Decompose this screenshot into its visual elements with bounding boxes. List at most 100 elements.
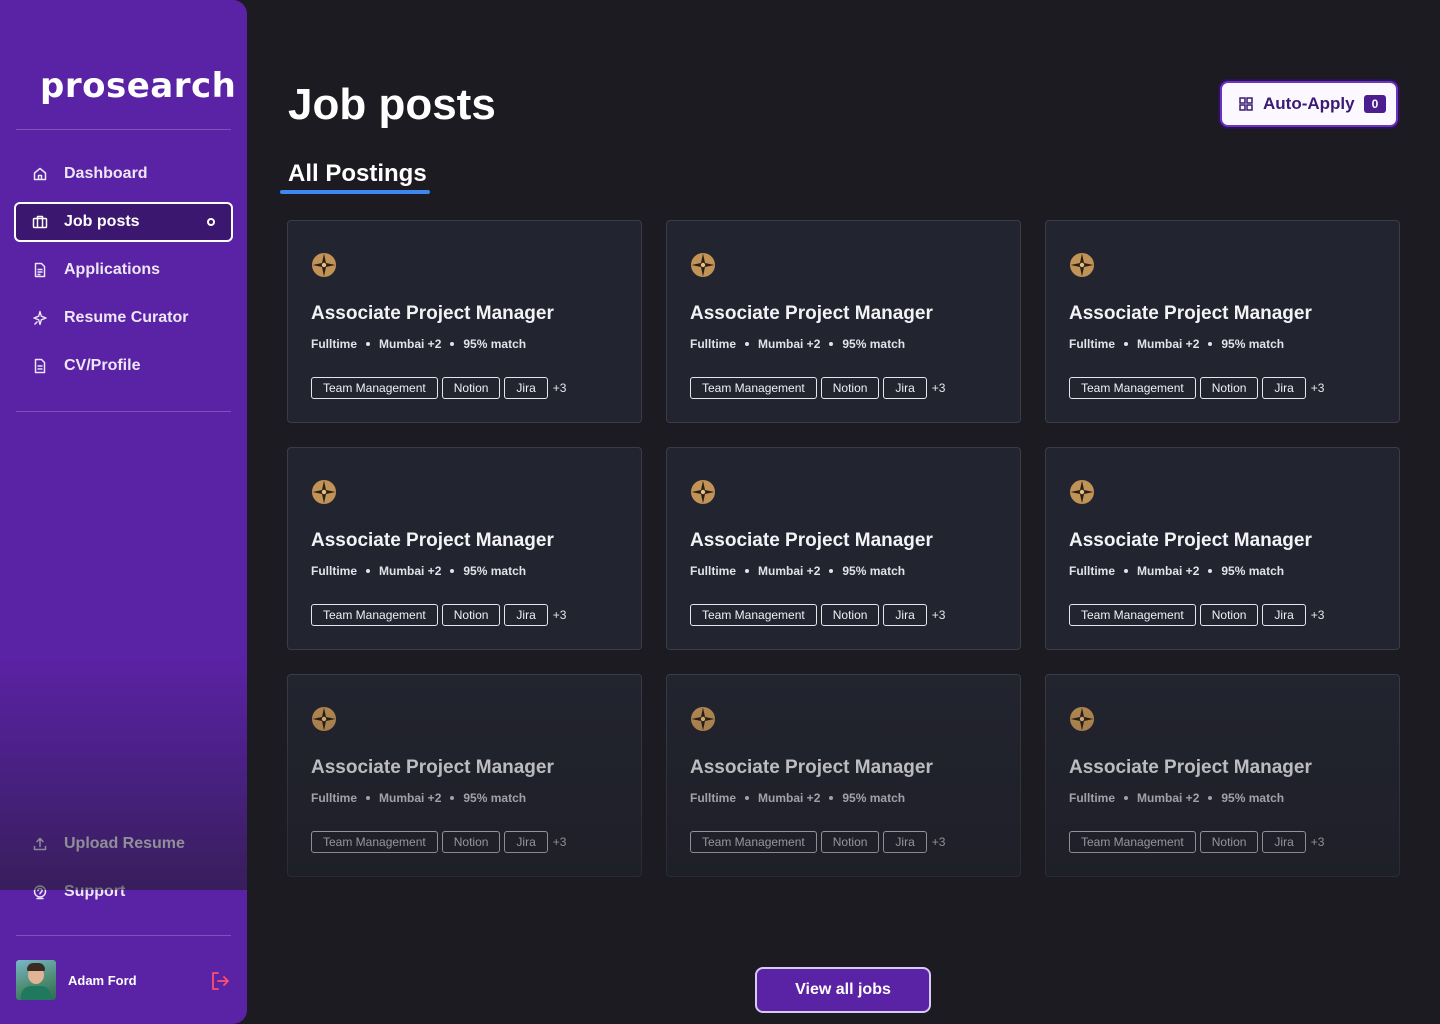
- skill-tag: Team Management: [690, 604, 817, 626]
- job-meta: Fulltime Mumbai +2 95% match: [311, 564, 526, 578]
- skill-tag: Notion: [1199, 831, 1259, 853]
- more-tags-count[interactable]: +3: [932, 381, 946, 395]
- logout-icon[interactable]: [209, 970, 231, 992]
- job-match: 95% match: [842, 337, 906, 351]
- job-location: Mumbai +2: [1137, 791, 1200, 805]
- job-title: Associate Project Manager: [311, 530, 554, 551]
- more-tags-count[interactable]: +3: [1311, 381, 1325, 395]
- skill-tags: Team Management Notion Jira +3: [1069, 604, 1324, 626]
- skill-tag: Notion: [1199, 377, 1259, 399]
- job-card[interactable]: Associate Project Manager Fulltime Mumbai …: [287, 674, 642, 877]
- job-card[interactable]: Associate Project Manager Fulltime Mumbai …: [666, 674, 1021, 877]
- sidebar-item-label: Resume Curator: [64, 309, 189, 326]
- skill-tags: Team Management Notion Jira +3: [1069, 377, 1324, 399]
- skill-tag: Notion: [1199, 604, 1259, 626]
- skill-tag: Notion: [820, 604, 880, 626]
- skill-tags: Team Management Notion Jira +3: [311, 604, 566, 626]
- home-icon: [32, 166, 48, 182]
- sidebar-item-support[interactable]: Support: [14, 872, 233, 912]
- separator-dot-icon: [366, 569, 371, 573]
- job-grid: Associate Project Manager Fulltime Mumbai …: [287, 220, 1400, 878]
- skill-tag: Jira: [883, 831, 927, 853]
- skill-tag: Jira: [1262, 831, 1306, 853]
- separator-dot-icon: [829, 796, 834, 800]
- job-card[interactable]: Associate Project Manager Fulltime Mumbai …: [666, 220, 1021, 423]
- skill-tag: Jira: [504, 377, 548, 399]
- tab-all-postings[interactable]: All Postings: [288, 160, 427, 188]
- sidebar-item-resume-curator[interactable]: Resume Curator: [14, 298, 233, 338]
- job-match: 95% match: [842, 791, 906, 805]
- job-title: Associate Project Manager: [311, 303, 554, 324]
- app-logo[interactable]: prosearch: [40, 66, 236, 106]
- skill-tag: Team Management: [311, 831, 438, 853]
- job-card[interactable]: Associate Project Manager Fulltime Mumbai …: [287, 220, 642, 423]
- sidebar-item-dashboard[interactable]: Dashboard: [14, 154, 233, 194]
- job-location: Mumbai +2: [379, 564, 442, 578]
- page-title: Job posts: [288, 80, 496, 129]
- sidebar-item-job-posts[interactable]: Job posts: [14, 202, 233, 242]
- tab-active-underline: [280, 190, 430, 194]
- separator-dot-icon: [1208, 342, 1213, 346]
- support-icon: [32, 884, 48, 900]
- job-meta: Fulltime Mumbai +2 95% match: [1069, 337, 1284, 351]
- more-tags-count[interactable]: +3: [553, 608, 567, 622]
- job-meta: Fulltime Mumbai +2 95% match: [311, 791, 526, 805]
- skill-tag: Jira: [1262, 604, 1306, 626]
- skill-tag: Team Management: [690, 377, 817, 399]
- job-match: 95% match: [1221, 564, 1285, 578]
- sidebar-item-label: CV/Profile: [64, 357, 141, 374]
- more-tags-count[interactable]: +3: [1311, 835, 1325, 849]
- skill-tags: Team Management Notion Jira +3: [1069, 831, 1324, 853]
- job-meta: Fulltime Mumbai +2 95% match: [690, 564, 905, 578]
- job-meta: Fulltime Mumbai +2 95% match: [1069, 791, 1284, 805]
- company-logo-icon: [690, 252, 716, 278]
- more-tags-count[interactable]: +3: [553, 381, 567, 395]
- job-match: 95% match: [463, 337, 527, 351]
- job-card[interactable]: Associate Project Manager Fulltime Mumbai …: [1045, 674, 1400, 877]
- job-card[interactable]: Associate Project Manager Fulltime Mumbai …: [1045, 220, 1400, 423]
- more-tags-count[interactable]: +3: [932, 608, 946, 622]
- job-type: Fulltime: [1069, 337, 1116, 351]
- user-name: Adam Ford: [68, 972, 137, 988]
- sidebar-item-upload-resume[interactable]: Upload Resume: [14, 824, 233, 864]
- skill-tag: Jira: [504, 831, 548, 853]
- company-logo-icon: [690, 479, 716, 505]
- job-location: Mumbai +2: [1137, 337, 1200, 351]
- more-tags-count[interactable]: +3: [553, 835, 567, 849]
- more-tags-count[interactable]: +3: [1311, 608, 1325, 622]
- skill-tag: Jira: [1262, 377, 1306, 399]
- job-card[interactable]: Associate Project Manager Fulltime Mumbai …: [666, 447, 1021, 650]
- job-location: Mumbai +2: [379, 337, 442, 351]
- sidebar-item-applications[interactable]: Applications: [14, 250, 233, 290]
- more-tags-count[interactable]: +3: [932, 835, 946, 849]
- separator-dot-icon: [1208, 569, 1213, 573]
- skill-tags: Team Management Notion Jira +3: [690, 604, 945, 626]
- view-all-jobs-button[interactable]: View all jobs: [755, 967, 931, 1013]
- auto-apply-count-badge: 0: [1363, 95, 1387, 113]
- separator-dot-icon: [745, 569, 750, 573]
- grid-icon: [1238, 96, 1254, 112]
- avatar[interactable]: [16, 960, 56, 1000]
- job-type: Fulltime: [311, 337, 358, 351]
- job-location: Mumbai +2: [758, 337, 821, 351]
- separator-dot-icon: [366, 796, 371, 800]
- job-meta: Fulltime Mumbai +2 95% match: [690, 337, 905, 351]
- skill-tag: Team Management: [1069, 831, 1196, 853]
- job-type: Fulltime: [690, 337, 737, 351]
- sidebar-item-label: Support: [64, 883, 126, 900]
- job-type: Fulltime: [690, 564, 737, 578]
- job-card[interactable]: Associate Project Manager Fulltime Mumbai …: [1045, 447, 1400, 650]
- job-card[interactable]: Associate Project Manager Fulltime Mumbai …: [287, 447, 642, 650]
- job-meta: Fulltime Mumbai +2 95% match: [311, 337, 526, 351]
- auto-apply-button[interactable]: Auto-Apply 0: [1220, 81, 1398, 127]
- sidebar-item-cv-profile[interactable]: CV/Profile: [14, 346, 233, 386]
- auto-apply-label: Auto-Apply: [1263, 94, 1355, 113]
- sparkle-icon: [32, 310, 48, 326]
- skill-tag: Team Management: [1069, 604, 1196, 626]
- separator-dot-icon: [1124, 569, 1129, 573]
- company-logo-icon: [1069, 479, 1095, 505]
- company-logo-icon: [311, 479, 337, 505]
- job-match: 95% match: [463, 564, 527, 578]
- briefcase-icon: [32, 214, 48, 230]
- skill-tags: Team Management Notion Jira +3: [690, 831, 945, 853]
